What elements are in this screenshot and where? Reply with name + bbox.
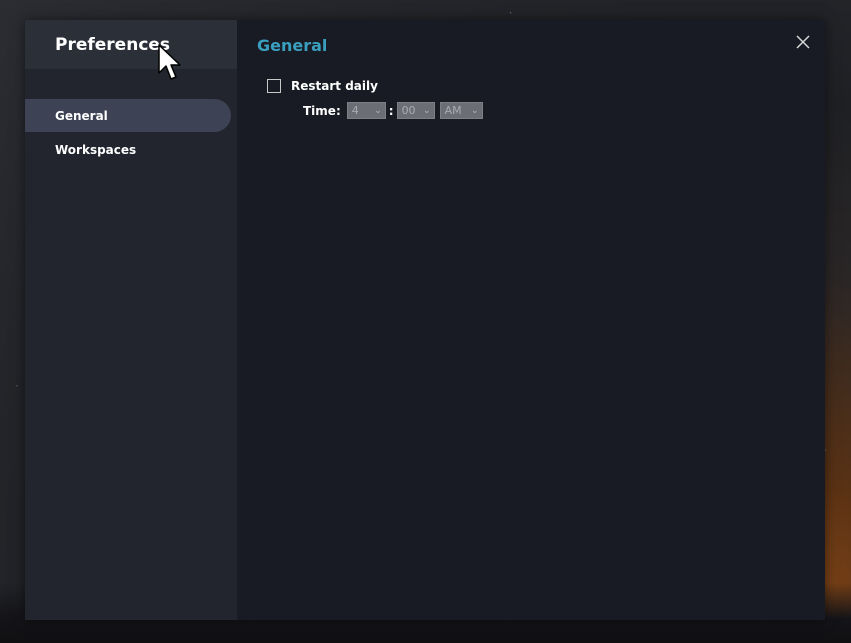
- time-row: Time: 4 ⌄ : 00 ⌄ AM ⌄: [303, 102, 483, 119]
- restart-daily-label: Restart daily: [291, 79, 378, 93]
- restart-daily-checkbox[interactable]: [267, 79, 281, 93]
- minute-select[interactable]: 00 ⌄: [396, 102, 435, 119]
- close-icon: [796, 35, 810, 49]
- close-button[interactable]: [795, 34, 811, 50]
- ampm-select[interactable]: AM ⌄: [439, 102, 483, 119]
- sidebar-item-general[interactable]: General: [25, 99, 231, 132]
- preferences-dialog: Preferences General Workspaces General R…: [25, 20, 825, 620]
- restart-daily-option: Restart daily: [267, 79, 378, 93]
- page-title: General: [257, 36, 328, 55]
- hour-value: 4: [351, 104, 359, 117]
- sidebar-item-label: Workspaces: [55, 142, 137, 157]
- minute-value: 00: [401, 104, 416, 117]
- chevron-down-icon: ⌄: [423, 105, 431, 116]
- sidebar: Preferences General Workspaces: [25, 20, 237, 620]
- ampm-value: AM: [444, 104, 462, 117]
- sidebar-item-workspaces[interactable]: Workspaces: [25, 133, 231, 166]
- sidebar-nav: General Workspaces: [25, 99, 237, 166]
- hour-select[interactable]: 4 ⌄: [346, 102, 386, 119]
- chevron-down-icon: ⌄: [471, 105, 479, 116]
- time-label: Time:: [303, 103, 341, 118]
- chevron-down-icon: ⌄: [374, 105, 382, 116]
- main-panel: General Restart daily Time: 4 ⌄ : 00 ⌄ A: [237, 20, 825, 620]
- mouse-cursor-icon: [158, 44, 181, 80]
- sidebar-item-label: General: [55, 108, 108, 123]
- sidebar-title: Preferences: [25, 20, 237, 69]
- time-separator: :: [388, 103, 394, 118]
